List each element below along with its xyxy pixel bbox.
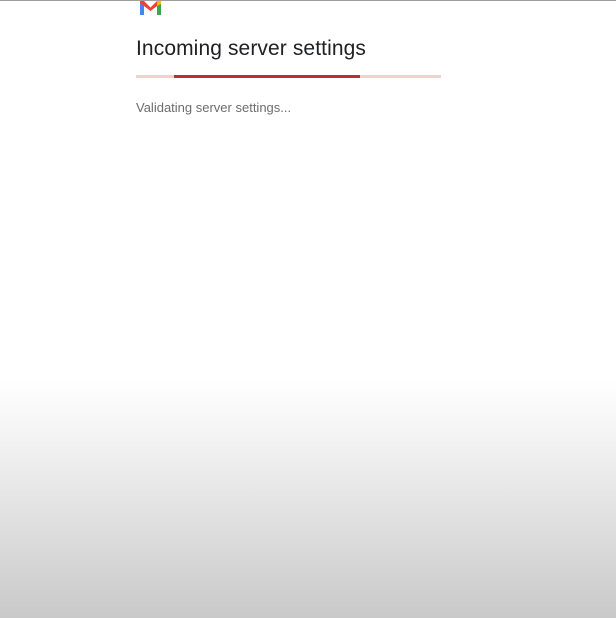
- screen: { "app": { "logo_icon": "gmail-logo-icon…: [0, 0, 616, 618]
- page-title: Incoming server settings: [136, 37, 366, 60]
- gmail-logo-icon: [140, 1, 161, 15]
- progress-bar: [136, 75, 441, 78]
- top-divider: [0, 0, 616, 1]
- status-message: Validating server settings...: [136, 100, 292, 115]
- progress-bar-fill: [174, 75, 360, 78]
